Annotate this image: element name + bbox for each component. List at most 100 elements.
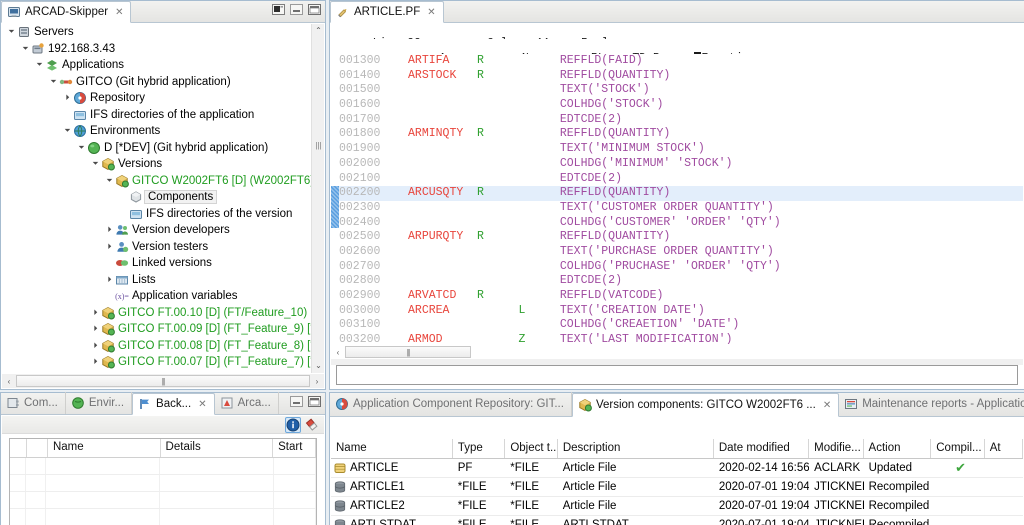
backlog-column-header[interactable]: Name [48, 439, 161, 457]
view-menu-icon[interactable] [272, 4, 285, 15]
code-line[interactable]: 002400 COLHDG('CUSTOMER' 'ORDER' 'QTY') [339, 216, 1023, 231]
code-line[interactable]: 002300 TEXT('CUSTOMER ORDER QUANTITY') [339, 201, 1023, 216]
hscroll-thumb[interactable]: ||| [16, 375, 310, 387]
tab-version-components[interactable]: Version components: GITCO W2002FT6 ... ✕ [571, 393, 840, 417]
tab-arca[interactable]: Arca... [215, 392, 279, 414]
tree-item-versions[interactable]: ⏷ Versions [2, 156, 311, 173]
tree-item-ifs-directories-of-the-version[interactable]: IFS directories of the version [2, 206, 311, 223]
expand-arrow-open-icon[interactable]: ⏷ [76, 143, 87, 152]
tree-item-components[interactable]: Components [2, 189, 311, 206]
expand-arrow-open-icon[interactable]: ⏷ [34, 61, 45, 69]
column-header-name[interactable]: Name [331, 439, 453, 458]
expand-arrow-closed-icon[interactable]: ⏵ [90, 325, 101, 333]
code-line[interactable]: 003000 ARCREA L TEXT('CREATION DATE') [339, 304, 1023, 319]
minimize-icon[interactable] [290, 4, 303, 15]
tab-application[interactable]: Application Component Repository: GIT... [330, 392, 572, 416]
change-marker[interactable] [331, 186, 339, 228]
tree-item-gitco-ft-00-10-d-ft-feature-10[interactable]: ⏵ GITCO FT.00.10 [D] (FT/Feature_10) [* [2, 305, 311, 322]
close-icon[interactable]: ✕ [823, 400, 831, 411]
tree-item-version-developers[interactable]: ⏵ Version developers [2, 222, 311, 239]
close-icon[interactable]: ✕ [427, 7, 435, 18]
code-line[interactable]: 002800 EDTCDE(2) [339, 274, 1023, 289]
column-header-at[interactable]: At [985, 439, 1023, 458]
table-row[interactable]: ARTLSTDAT *FILE *FILE ARTLSTDAT 2020-07-01 1… [331, 516, 1023, 525]
backlog-column-header[interactable]: Start [273, 439, 317, 457]
tree-item-version-testers[interactable]: ⏵ Version testers [2, 239, 311, 256]
code-line[interactable]: 003200 ARMOD Z TEXT('LAST MODIFICATION') [339, 333, 1023, 344]
code-line[interactable]: 001900 TEXT('MINIMUM STOCK') [339, 142, 1023, 157]
scroll-left-icon[interactable]: ‹ [331, 348, 345, 357]
tree-item-repository[interactable]: ⏵ Repository [2, 90, 311, 107]
tree-item-gitco-git-hybrid-application[interactable]: ⏷ GITCO (Git hybrid application) [2, 74, 311, 91]
maximize-icon[interactable] [308, 4, 321, 15]
command-input[interactable] [336, 365, 1018, 385]
expand-arrow-open-icon[interactable]: ⏷ [62, 127, 73, 135]
tree-item-application-variables[interactable]: (x)= Application variables [2, 288, 311, 305]
expand-arrow-closed-icon[interactable]: ⏵ [62, 94, 73, 102]
tree-horizontal-scrollbar[interactable]: ‹ ||| › [2, 374, 324, 388]
tree-item-environments[interactable]: ⏷ Environments [2, 123, 311, 140]
tree-item-gitco-ft-00-08-d-ft-feature-8-f[interactable]: ⏵ GITCO FT.00.08 [D] (FT_Feature_8) [*F [2, 338, 311, 355]
column-header-description[interactable]: Description [558, 439, 714, 458]
server-tree[interactable]: ⏷ Servers ⏷ 192.168.3.43 ⏷ Applications ⏷ GITCO… [2, 24, 311, 373]
tree-item-ifs-directories-of-the-application[interactable]: IFS directories of the application [2, 107, 311, 124]
scroll-down-icon[interactable]: ⌄ [312, 359, 325, 373]
tree-item-lists[interactable]: ⏵ Lists [2, 272, 311, 289]
expand-arrow-open-icon[interactable]: ⏷ [6, 28, 17, 36]
code-line[interactable]: 002900 ARVATCD R REFFLD(VATCODE) [339, 289, 1023, 304]
column-header-action[interactable]: Action [864, 439, 932, 458]
close-icon[interactable]: ✕ [198, 399, 206, 410]
expand-arrow-closed-icon[interactable]: ⏵ [90, 358, 101, 366]
code-line[interactable]: 001500 TEXT('STOCK') [339, 83, 1023, 98]
tree-item-applications[interactable]: ⏷ Applications [2, 57, 311, 74]
tree-item-servers[interactable]: ⏷ Servers [2, 24, 311, 41]
expand-arrow-open-icon[interactable]: ⏷ [48, 77, 59, 86]
tree-vertical-scrollbar[interactable]: ⌃ ||| ⌄ [311, 24, 324, 373]
expand-arrow-closed-icon[interactable]: ⏵ [104, 226, 115, 234]
expand-arrow-open-icon[interactable]: ⏷ [90, 160, 101, 168]
backlog-empty-row[interactable] [10, 509, 316, 525]
code-line[interactable]: 001300 ARTIFA R REFFLD(FAID) [339, 54, 1023, 69]
scroll-left-icon[interactable]: ‹ [2, 377, 16, 386]
scroll-up-icon[interactable]: ⌃ [312, 24, 325, 38]
code-line[interactable]: 001400 ARSTOCK R REFFLD(QUANTITY) [339, 69, 1023, 84]
table-body[interactable]: ARTICLE PF *FILE Article File 2020-02-14 16:… [331, 459, 1023, 525]
column-header-compil[interactable]: Compil... [931, 439, 985, 458]
expand-arrow-closed-icon[interactable]: ⏵ [90, 341, 101, 350]
scroll-right-icon[interactable]: › [310, 377, 324, 386]
tab-maintenance[interactable]: Maintenance reports - Application:RXB (.… [839, 392, 1024, 416]
table-row[interactable]: ARTICLE1 *FILE *FILE Article File 2020-07-01… [331, 478, 1023, 497]
tree-item-d-dev-git-hybrid-application[interactable]: ⏷ D [*DEV] (Git hybrid application) [2, 140, 311, 157]
expand-arrow-open-icon[interactable]: ⏷ [104, 176, 115, 185]
backlog-table[interactable]: Name Details Start [9, 438, 317, 525]
tab-arcad-skipper[interactable]: ARCAD-Skipper ✕ [1, 1, 132, 23]
hscroll-thumb[interactable]: ||| [345, 346, 471, 358]
code-line[interactable]: 002100 EDTCDE(2) [339, 172, 1023, 187]
code-line[interactable]: 002600 TEXT('PURCHASE ORDER QUANTITY') [339, 245, 1023, 260]
column-header-type[interactable]: Type [453, 439, 506, 458]
tab-back[interactable]: Back... ✕ [132, 393, 215, 415]
tree-item-gitco-ft-00-09-d-ft-feature-9-f[interactable]: ⏵ GITCO FT.00.09 [D] (FT_Feature_9) [*F [2, 321, 311, 338]
maximize-icon[interactable] [308, 396, 321, 407]
tree-item-192-168-3-43[interactable]: ⏷ 192.168.3.43 [2, 41, 311, 58]
backlog-column-header[interactable]: Details [161, 439, 274, 457]
backlog-table-body[interactable] [10, 458, 316, 525]
code-line[interactable]: 001600 COLHDG('STOCK') [339, 98, 1023, 113]
close-icon[interactable]: ✕ [115, 7, 123, 18]
code-line[interactable]: 002200 ARCUSQTY R REFFLD(QUANTITY) [339, 186, 1023, 201]
code-line[interactable]: 001800 ARMINQTY R REFFLD(QUANTITY) [339, 127, 1023, 142]
code-line[interactable]: 002500 ARPURQTY R REFFLD(QUANTITY) [339, 230, 1023, 245]
minimize-icon[interactable] [290, 396, 303, 407]
code-line[interactable]: 002000 COLHDG('MINIMUM' 'STOCK') [339, 157, 1023, 172]
backlog-column-header[interactable] [27, 439, 48, 457]
column-header-modifie[interactable]: Modifie... [809, 439, 864, 458]
scroll-thumb[interactable]: ||| [314, 142, 323, 150]
tree-item-gitco-ft-00-07-d-ft-feature-7-f[interactable]: ⏵ GITCO FT.00.07 [D] (FT_Feature_7) [*F [2, 354, 311, 371]
editor-code-area[interactable]: 001300 ARTIFA R REFFLD(FAID) 001400 ARSTO… [339, 54, 1023, 344]
editor-marker-bar[interactable] [331, 54, 339, 344]
backlog-empty-row[interactable] [10, 492, 316, 509]
expand-arrow-closed-icon[interactable]: ⏵ [90, 308, 101, 317]
tree-item-linked-versions[interactable]: Linked versions [2, 255, 311, 272]
tree-item-gitco-w2002ft6-d-w2002ft6-f[interactable]: ⏷ GITCO W2002FT6 [D] (W2002FT6) [*F [2, 173, 311, 190]
backlog-empty-row[interactable] [10, 475, 316, 492]
